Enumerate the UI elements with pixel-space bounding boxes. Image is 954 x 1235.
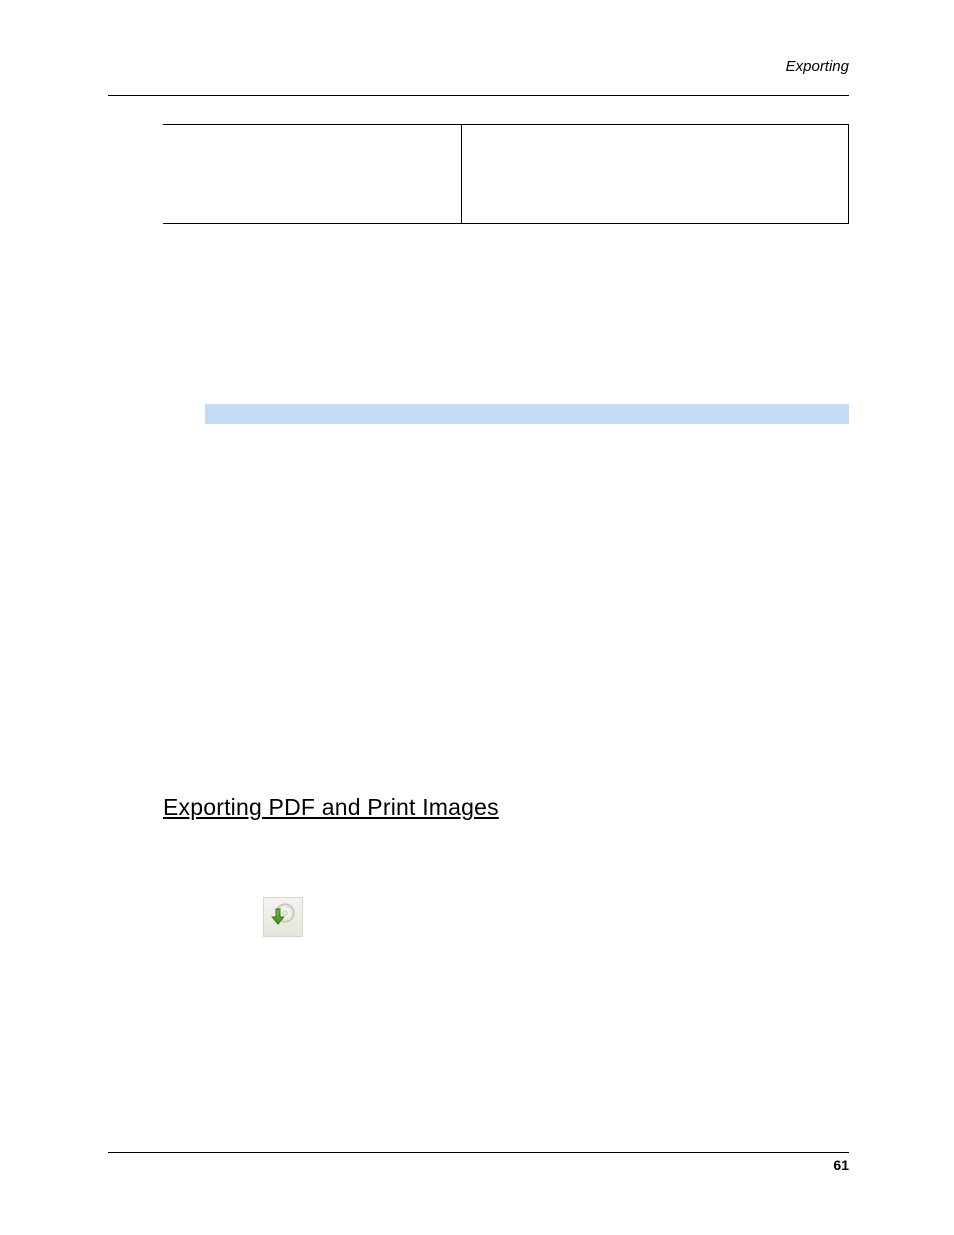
header-rule [108, 95, 849, 96]
table-cell-right [462, 125, 849, 224]
two-column-table [163, 124, 849, 224]
page: Exporting Exporting PDF and Print Images [0, 0, 954, 1235]
export-icon-button[interactable] [263, 897, 303, 937]
header-section-title: Exporting [108, 58, 849, 75]
page-number: 61 [108, 1157, 849, 1173]
content-area: Exporting PDF and Print Images [163, 124, 849, 937]
table-row [164, 125, 849, 224]
section-heading: Exporting PDF and Print Images [163, 794, 849, 821]
download-disc-icon [270, 902, 296, 933]
footer-rule [108, 1152, 849, 1153]
footer: 61 [108, 1152, 849, 1173]
highlight-bar [205, 404, 849, 424]
table-cell-left [164, 125, 462, 224]
